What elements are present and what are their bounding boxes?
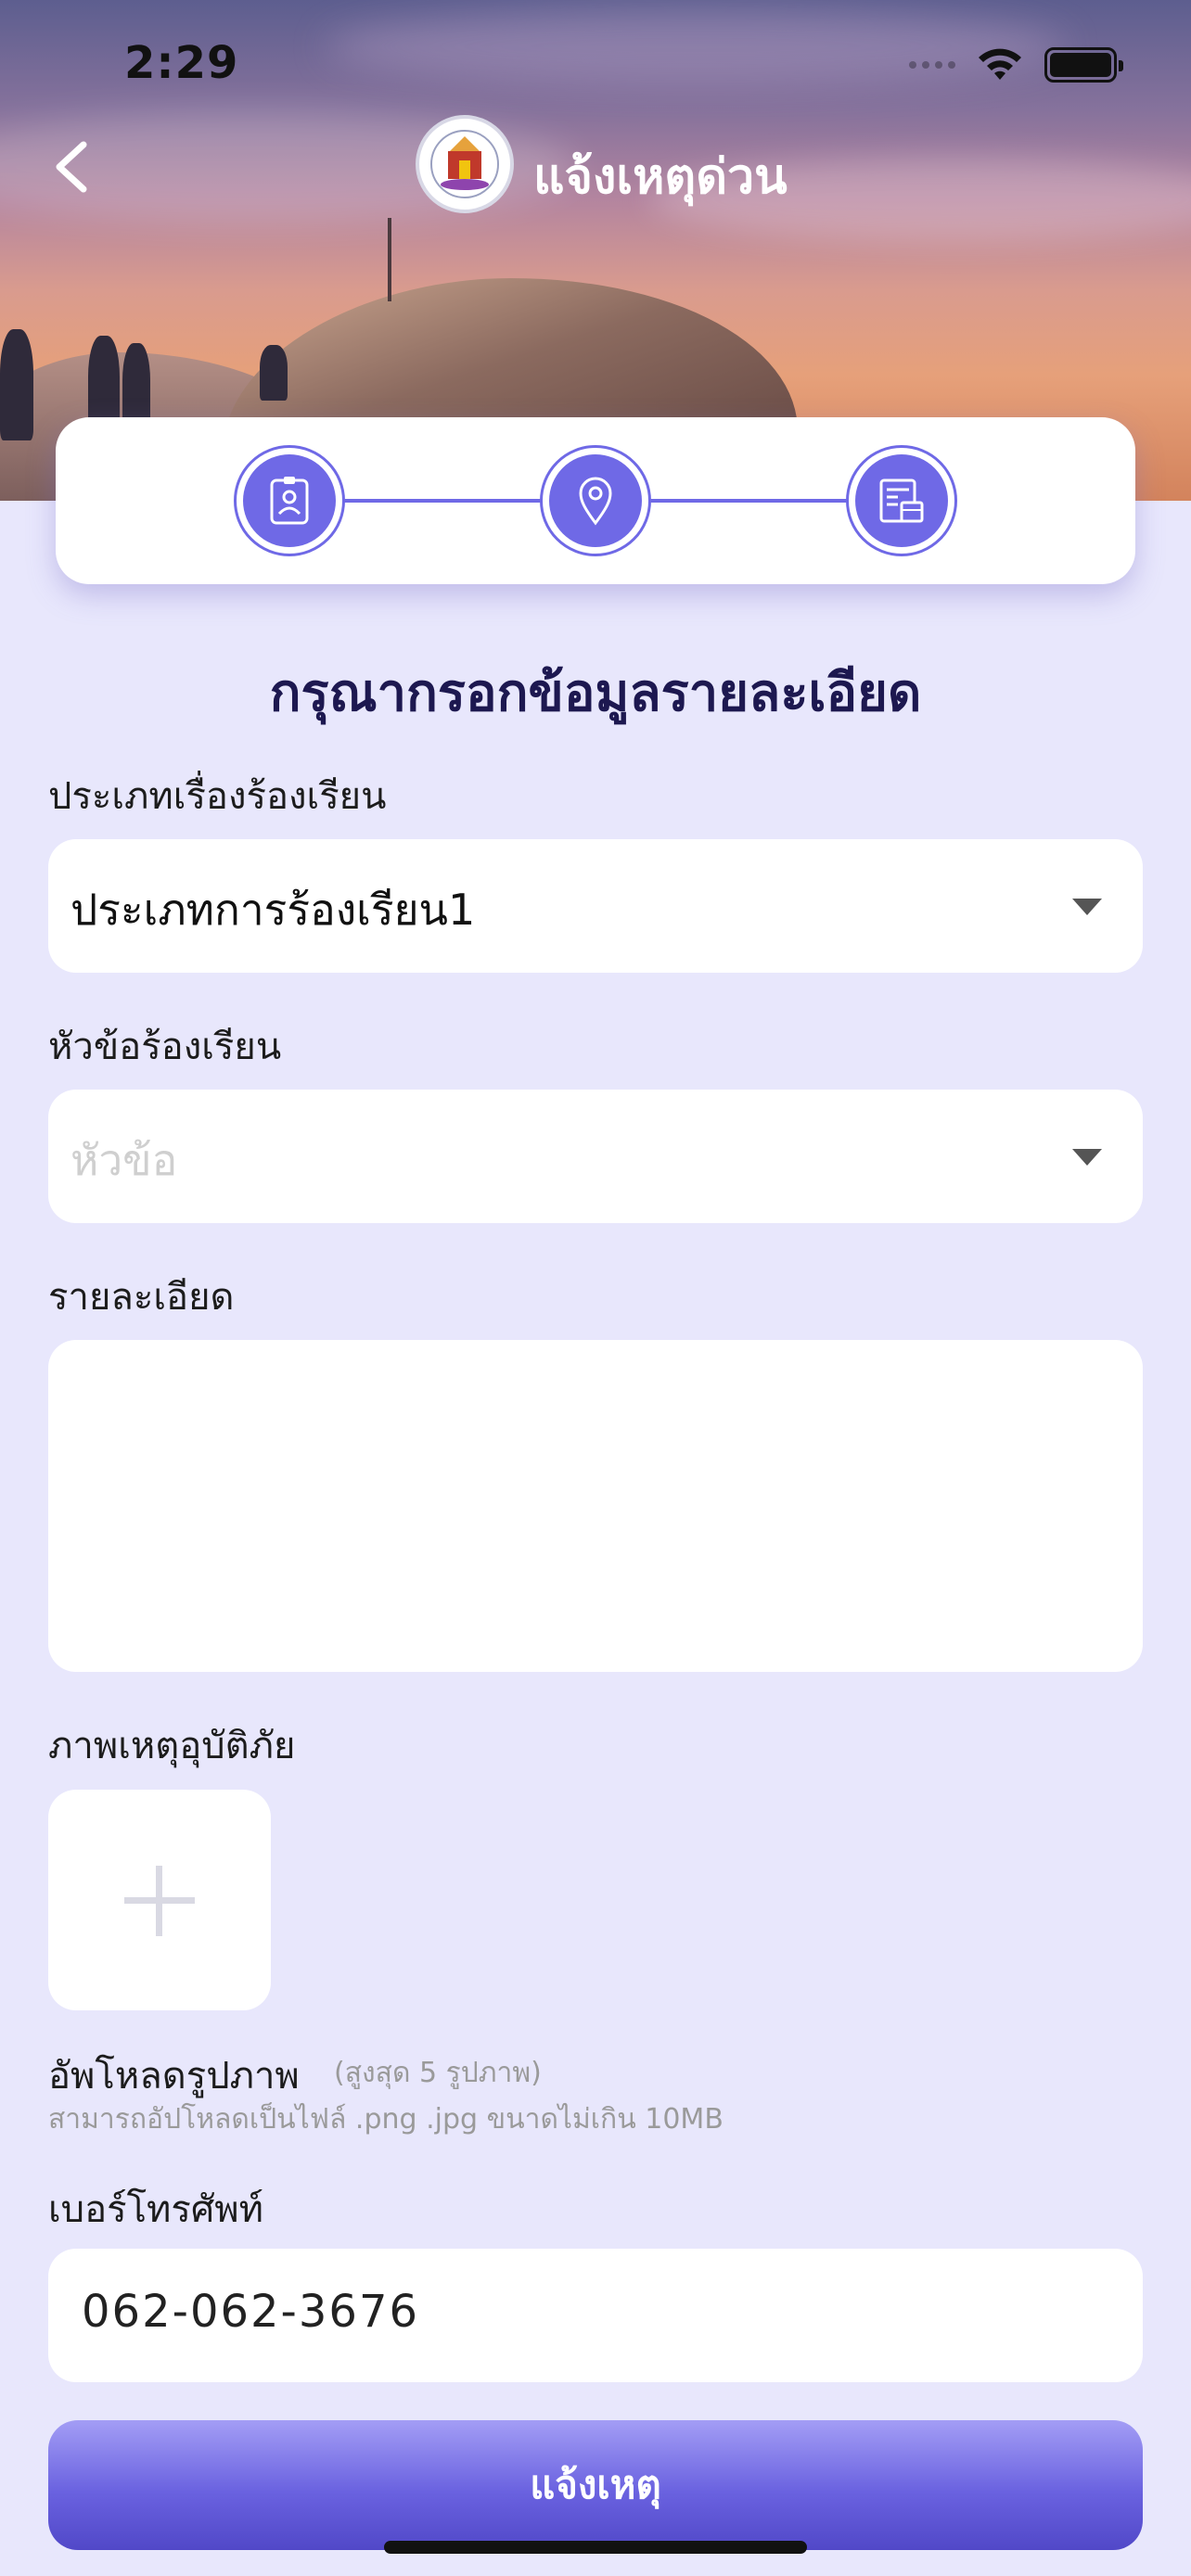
emblem-icon	[430, 130, 499, 198]
complaint-type-label: ประเภทเรื่องร้องเรียน	[48, 775, 387, 818]
upload-limit-text: (สูงสุด 5 รูปภาพ)	[334, 2057, 542, 2089]
details-label: รายละเอียด	[48, 1276, 235, 1319]
phone-label: เบอร์โทรศัพท์	[48, 2188, 264, 2231]
signal-icon	[909, 61, 955, 69]
chevron-left-icon	[56, 141, 87, 193]
progress-stepper	[56, 417, 1135, 584]
complaint-topic-select[interactable]: หัวข้อ	[48, 1090, 1143, 1223]
phone-value: 062-062-3676	[82, 2286, 420, 2338]
municipality-logo	[416, 115, 514, 213]
submit-report-button[interactable]: แจ้งเหตุ	[48, 2420, 1143, 2550]
step-location	[540, 445, 651, 556]
id-card-icon	[270, 477, 309, 525]
details-textarea[interactable]	[48, 1340, 1143, 1672]
phone-input[interactable]: 062-062-3676	[48, 2249, 1143, 2382]
status-time: 2:29	[124, 37, 239, 89]
caret-down-icon	[1072, 1149, 1102, 1166]
step-connector	[343, 499, 547, 503]
step-connector	[649, 499, 853, 503]
upload-photo-label: อัพโหลดรูปภาพ	[48, 2055, 300, 2098]
photos-label: ภาพเหตุอุบัติภัย	[48, 1725, 296, 1767]
complaint-topic-label: หัวข้อร้องเรียน	[48, 1026, 282, 1068]
battery-icon	[1044, 47, 1123, 83]
form-title: กรุณากรอกข้อมูลรายละเอียด	[269, 663, 922, 723]
complaint-type-value: ประเภทการร้องเรียน1	[70, 885, 476, 935]
page-title: แจ้งเหตุด่วน	[533, 149, 788, 205]
complaint-topic-placeholder: หัวข้อ	[70, 1135, 178, 1185]
location-pin-icon	[579, 477, 612, 526]
add-photo-button[interactable]	[48, 1790, 271, 2010]
home-indicator[interactable]	[384, 2541, 807, 2554]
back-button[interactable]	[46, 137, 102, 197]
step-personal-info	[234, 445, 345, 556]
submit-label: แจ้งเหตุ	[530, 2462, 661, 2507]
document-icon	[879, 478, 924, 523]
complaint-type-select[interactable]: ประเภทการร้องเรียน1	[48, 839, 1143, 973]
step-details	[846, 445, 957, 556]
wifi-icon	[979, 48, 1021, 80]
status-icons	[909, 46, 1123, 83]
caret-down-icon	[1072, 899, 1102, 915]
upload-hint-text: สามารถอัปโหลดเป็นไฟล์ .png .jpg ขนาดไม่เ…	[48, 2103, 724, 2136]
